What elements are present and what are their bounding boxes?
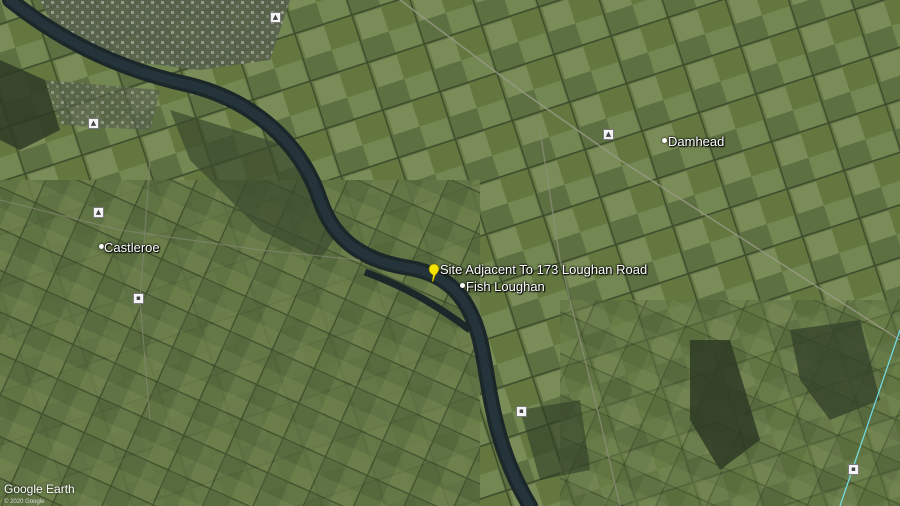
place-label-fish-loughan[interactable]: Fish Loughan bbox=[466, 279, 545, 294]
poi-icon[interactable]: ▪ bbox=[133, 293, 144, 304]
google-earth-watermark: Google Earth bbox=[4, 482, 75, 496]
poi-icon[interactable]: ▲ bbox=[88, 118, 99, 129]
poi-icon[interactable]: ▪ bbox=[516, 406, 527, 417]
pushpin-icon[interactable] bbox=[427, 263, 441, 283]
poi-icon[interactable]: ▲ bbox=[603, 129, 614, 140]
pin-label[interactable]: Site Adjacent To 173 Loughan Road bbox=[440, 262, 647, 277]
poi-icon[interactable]: ▲ bbox=[270, 12, 281, 23]
poi-icon[interactable]: ▲ bbox=[93, 207, 104, 218]
place-label-damhead[interactable]: Damhead bbox=[668, 134, 724, 149]
satellite-map[interactable]: Damhead Castleroe Fish Loughan ▲ ▲ ▲ ▪ ▲… bbox=[0, 0, 900, 506]
damhead-marker[interactable] bbox=[662, 138, 667, 143]
place-label-castleroe[interactable]: Castleroe bbox=[104, 240, 160, 255]
fish-loughan-marker[interactable] bbox=[460, 283, 465, 288]
copyright-text: © 2020 Google bbox=[4, 499, 45, 505]
poi-icon[interactable]: ▪ bbox=[848, 464, 859, 475]
